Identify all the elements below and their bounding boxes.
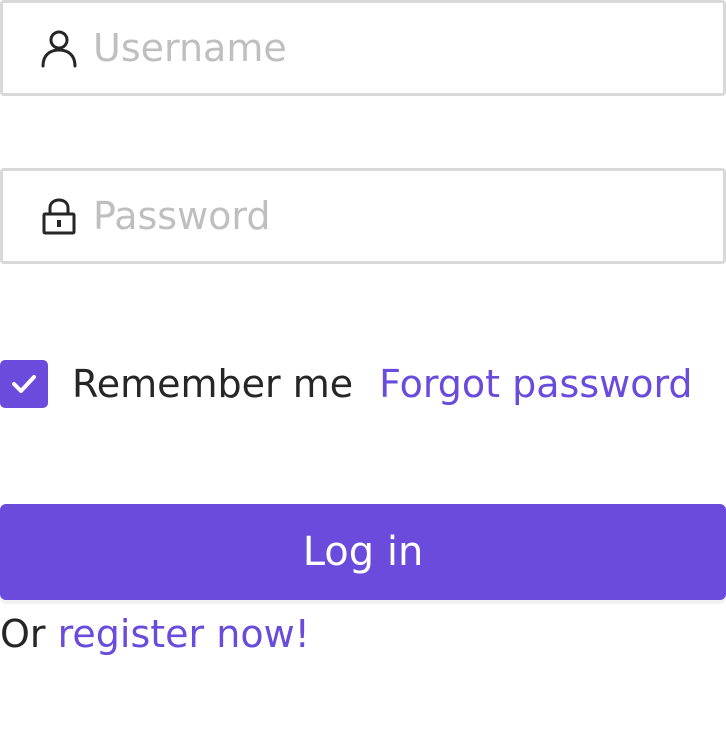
options-row: Remember me Forgot password xyxy=(0,360,726,408)
username-field[interactable] xyxy=(0,0,726,96)
register-link[interactable]: register now! xyxy=(58,612,310,656)
password-input[interactable] xyxy=(93,194,693,238)
login-button[interactable]: Log in xyxy=(0,504,726,600)
username-input[interactable] xyxy=(93,26,693,70)
remember-label[interactable]: Remember me xyxy=(72,362,353,406)
remember-checkbox[interactable] xyxy=(0,360,48,408)
checkmark-icon xyxy=(12,375,36,393)
password-field[interactable] xyxy=(0,168,726,264)
user-icon xyxy=(39,28,79,68)
login-form: Remember me Forgot password Log in Or re… xyxy=(0,0,726,738)
register-prefix: Or xyxy=(0,612,58,656)
register-row: Or register now! xyxy=(0,608,310,660)
forgot-password-link[interactable]: Forgot password xyxy=(379,362,692,406)
lock-icon xyxy=(39,196,79,236)
